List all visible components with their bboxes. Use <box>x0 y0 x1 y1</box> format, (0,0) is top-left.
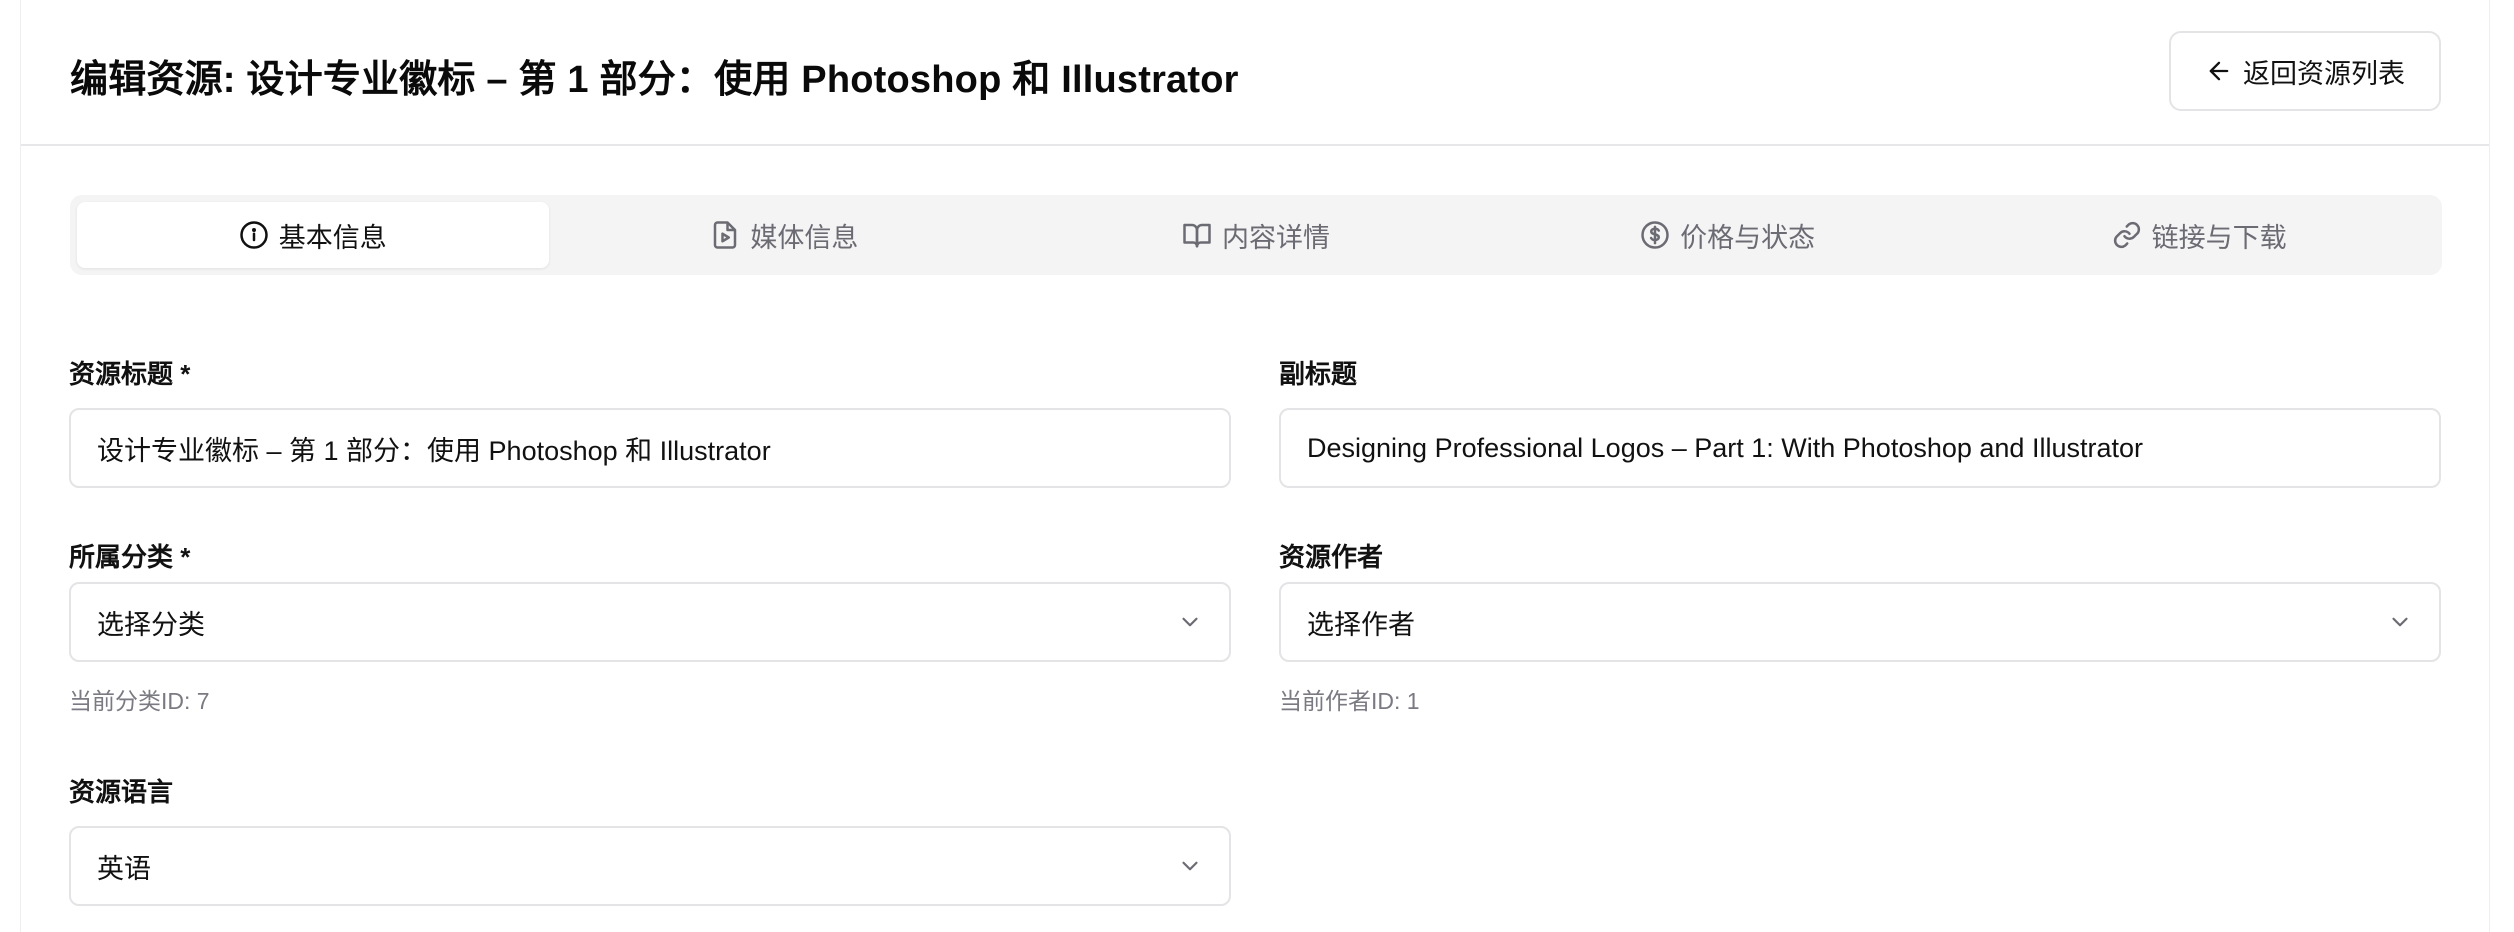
link-icon <box>2113 221 2140 249</box>
info-circle-icon <box>240 221 268 249</box>
tab-label: 价格与状态 <box>1680 222 1816 253</box>
back-button-label: 返回资源列表 <box>2243 58 2405 89</box>
back-to-list-button[interactable]: 返回资源列表 <box>2169 31 2441 111</box>
tab-label: 媒体信息 <box>750 222 859 253</box>
subtitle-input[interactable] <box>1279 408 2441 488</box>
language-select[interactable]: 英语 <box>69 826 1231 906</box>
page-title: 编辑资源: 设计专业徽标 – 第 1 部分：使用 Photoshop 和 Ill… <box>70 59 1239 101</box>
tab-basic-info[interactable]: 基本信息 <box>77 202 549 268</box>
tab-price-status[interactable]: 价格与状态 <box>1492 202 1964 268</box>
page-header: 编辑资源: 设计专业徽标 – 第 1 部分：使用 Photoshop 和 Ill… <box>21 0 2489 146</box>
chevron-down-icon <box>1182 617 1198 627</box>
file-video-icon <box>714 221 737 249</box>
arrow-left-icon <box>2209 61 2229 81</box>
tab-label: 链接与下载 <box>2151 222 2287 253</box>
chevron-down-icon <box>2392 617 2408 627</box>
author-selected-value: 选择作者 <box>1307 609 1415 640</box>
tab-content-details[interactable]: 内容详情 <box>1020 202 1492 268</box>
chevron-down-icon <box>1182 861 1198 871</box>
category-id-hint: 当前分类ID: 7 <box>69 688 210 714</box>
resource-title-label: 资源标题 * <box>69 359 191 389</box>
subtitle-label: 副标题 <box>1279 359 1358 389</box>
tab-bar: 基本信息 媒体信息 内容详情 价格与状态 链接与下载 <box>70 195 2442 275</box>
author-id-hint: 当前作者ID: 1 <box>1279 688 1420 714</box>
open-book-icon <box>1183 223 1211 248</box>
resource-title-input[interactable] <box>69 408 1231 488</box>
tab-label: 内容详情 <box>1221 222 1330 253</box>
tab-media-info[interactable]: 媒体信息 <box>549 202 1021 268</box>
language-label: 资源语言 <box>69 777 174 807</box>
category-select[interactable]: 选择分类 <box>69 582 1231 662</box>
category-label: 所属分类 * <box>69 542 191 572</box>
language-selected-value: 英语 <box>97 853 151 884</box>
category-selected-value: 选择分类 <box>97 609 205 640</box>
dollar-circle-icon <box>1641 221 1669 249</box>
tab-links-downloads[interactable]: 链接与下载 <box>1963 202 2435 268</box>
author-label: 资源作者 <box>1279 542 1384 572</box>
tab-label: 基本信息 <box>278 222 387 253</box>
author-select[interactable]: 选择作者 <box>1279 582 2441 662</box>
